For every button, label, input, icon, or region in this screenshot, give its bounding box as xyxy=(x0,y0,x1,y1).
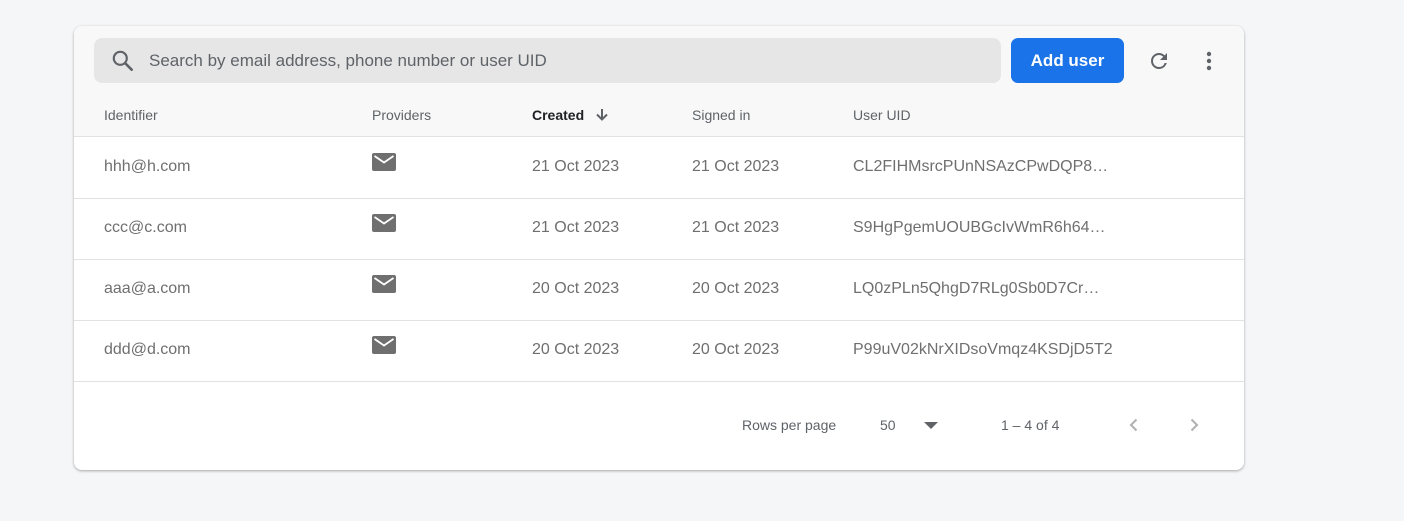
user-uid-cell: CL2FIHMsrcPUnNSAzCPwDQP8d… xyxy=(853,158,1109,175)
mail-icon xyxy=(372,336,396,354)
search-input[interactable] xyxy=(149,38,979,83)
signed-in-cell: 20 Oct 2023 xyxy=(692,341,780,358)
table-row[interactable]: hhh@h.com 21 Oct 2023 21 Oct 2023 CL2FIH… xyxy=(74,137,1244,199)
next-page-button[interactable] xyxy=(1182,413,1206,437)
table-toolbar: Add user Identifier Providers Created Si… xyxy=(74,26,1244,137)
search-box[interactable] xyxy=(94,38,1001,83)
column-header-user-uid[interactable]: User UID xyxy=(853,107,911,123)
created-cell: 21 Oct 2023 xyxy=(532,158,620,175)
signed-in-cell: 21 Oct 2023 xyxy=(692,219,780,236)
rows-per-page-label: Rows per page xyxy=(742,417,837,433)
signed-in-cell: 20 Oct 2023 xyxy=(692,280,780,297)
refresh-icon xyxy=(1151,53,1167,69)
page-range-label: 1 – 4 of 4 xyxy=(1001,417,1060,433)
identifier-cell: ddd@d.com xyxy=(104,341,191,358)
users-table-card: Add user Identifier Providers Created Si… xyxy=(74,26,1244,470)
column-header-created-label: Created xyxy=(532,107,585,123)
more-options-button[interactable] xyxy=(1194,46,1224,76)
column-header-created[interactable]: Created xyxy=(532,107,610,123)
created-cell: 21 Oct 2023 xyxy=(532,219,620,236)
chevron-right-icon xyxy=(1190,418,1199,432)
signed-in-cell: 21 Oct 2023 xyxy=(692,158,780,175)
mail-icon xyxy=(372,214,396,232)
refresh-button[interactable] xyxy=(1144,46,1174,76)
dropdown-arrow-icon xyxy=(924,422,938,429)
identifier-cell: aaa@a.com xyxy=(104,280,191,297)
previous-page-button[interactable] xyxy=(1122,413,1146,437)
column-header-signed-in[interactable]: Signed in xyxy=(692,107,750,123)
user-uid-cell: LQ0zPLn5QhgD7RLg0Sb0D7CrWh… xyxy=(853,280,1109,297)
add-user-button[interactable]: Add user xyxy=(1011,38,1124,83)
column-header-identifier[interactable]: Identifier xyxy=(104,107,158,123)
table-row[interactable]: ccc@c.com 21 Oct 2023 21 Oct 2023 S9HgPg… xyxy=(74,198,1244,260)
created-cell: 20 Oct 2023 xyxy=(532,341,620,358)
search-icon xyxy=(112,50,133,71)
more-vert-icon xyxy=(1206,51,1212,71)
created-cell: 20 Oct 2023 xyxy=(532,280,620,297)
chevron-left-icon xyxy=(1129,418,1138,432)
table-row[interactable]: aaa@a.com 20 Oct 2023 20 Oct 2023 LQ0zPL… xyxy=(74,259,1244,321)
user-uid-cell: S9HgPgemUOUBGcIvWmR6h64V… xyxy=(853,219,1109,236)
identifier-cell: ccc@c.com xyxy=(104,219,187,236)
mail-icon xyxy=(372,153,396,171)
rows-per-page-select[interactable]: 50 xyxy=(870,414,940,436)
user-uid-cell: P99uV02kNrXIDsoVmqz4KSDjD5T2 xyxy=(853,341,1113,358)
identifier-cell: hhh@h.com xyxy=(104,158,191,175)
column-header-providers[interactable]: Providers xyxy=(372,107,431,123)
rows-per-page-value: 50 xyxy=(880,417,896,433)
mail-icon xyxy=(372,275,396,293)
table-row[interactable]: ddd@d.com 20 Oct 2023 20 Oct 2023 P99uV0… xyxy=(74,320,1244,382)
arrow-down-icon xyxy=(596,108,608,121)
